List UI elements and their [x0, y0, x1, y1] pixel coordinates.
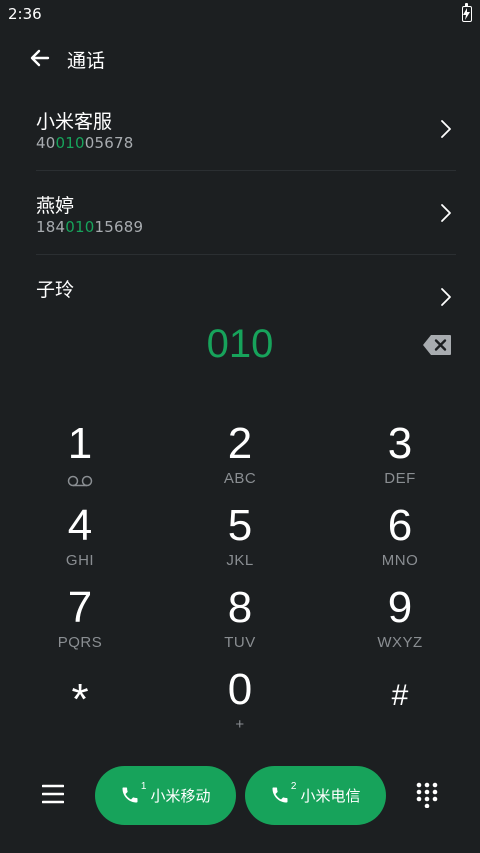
voicemail-icon — [67, 472, 93, 491]
arrow-left-icon[interactable] — [28, 46, 52, 70]
key-letters: GHI — [65, 552, 95, 569]
key-2[interactable]: 2 ABC — [160, 414, 320, 496]
key-digit: 5 — [227, 501, 253, 550]
page-title: 通话 — [67, 50, 106, 72]
contact-number: 18401015689 — [36, 218, 144, 236]
key-letters: ABC — [223, 470, 257, 487]
bottom-bar: 1 小米移动 2 小米电信 — [0, 766, 480, 826]
key-digit: 8 — [227, 583, 253, 632]
chevron-right-icon[interactable] — [440, 119, 452, 139]
call-sim1-button[interactable]: 1 小米移动 — [95, 766, 236, 825]
key-digit: 0 — [227, 665, 253, 714]
key-digit: # — [391, 679, 409, 712]
contact-name: 燕婷 — [36, 195, 75, 217]
contact-item[interactable]: 小米客服 4001005678 — [36, 87, 456, 171]
key-digit: 1 — [67, 419, 93, 468]
sim-label: 小米电信 — [300, 787, 361, 805]
key-hash[interactable]: # — [320, 660, 480, 742]
key-9[interactable]: 9 WXYZ — [320, 578, 480, 660]
battery-charging-icon — [462, 3, 472, 22]
key-digit: 6 — [387, 501, 413, 550]
key-letters: TUV — [224, 634, 256, 651]
backspace-icon[interactable] — [422, 334, 452, 356]
contact-name: 子玲 — [36, 279, 75, 301]
key-star[interactable]: * — [0, 660, 160, 742]
key-3[interactable]: 3 DEF — [320, 414, 480, 496]
keypad: 1 2 ABC 3 DEF 4 GHI 5 JKL 6 MNO 7 PQRS 8… — [0, 414, 480, 742]
key-0[interactable]: 0 + — [160, 660, 320, 742]
contact-name: 小米客服 — [36, 111, 113, 133]
key-1[interactable]: 1 — [0, 414, 160, 496]
status-time: 2:36 — [8, 5, 42, 23]
dialpad-icon[interactable] — [415, 782, 439, 809]
status-bar: 2:36 — [0, 0, 480, 28]
key-digit: 7 — [67, 583, 93, 632]
key-7[interactable]: 7 PQRS — [0, 578, 160, 660]
key-letters: DEF — [384, 470, 416, 487]
key-digit: 4 — [67, 501, 93, 550]
contact-item[interactable]: 燕婷 18401015689 — [36, 171, 456, 255]
key-digit: 2 — [227, 419, 253, 468]
key-6[interactable]: 6 MNO — [320, 496, 480, 578]
key-digit: 9 — [387, 583, 413, 632]
contact-list: 小米客服 4001005678 燕婷 18401015689 子玲 — [0, 87, 480, 339]
key-digit: * — [71, 675, 89, 724]
key-8[interactable]: 8 TUV — [160, 578, 320, 660]
key-4[interactable]: 4 GHI — [0, 496, 160, 578]
sim-slot-number: 1 — [140, 780, 147, 792]
sim-slot-number: 2 — [290, 780, 297, 792]
contact-number: 4001005678 — [36, 134, 134, 152]
phone-icon: 1 — [120, 781, 146, 807]
key-letters: JKL — [226, 552, 254, 569]
chevron-right-icon[interactable] — [440, 287, 452, 307]
key-letters: MNO — [381, 552, 419, 569]
key-letters: PQRS — [57, 634, 103, 651]
key-letters: WXYZ — [377, 634, 423, 651]
menu-icon[interactable] — [41, 784, 65, 804]
key-5[interactable]: 5 JKL — [160, 496, 320, 578]
chevron-right-icon[interactable] — [440, 203, 452, 223]
sim-label: 小米移动 — [150, 787, 211, 805]
call-sim2-button[interactable]: 2 小米电信 — [245, 766, 386, 825]
key-digit: 3 — [387, 419, 413, 468]
phone-icon: 2 — [270, 781, 296, 807]
dial-input-display: 010 — [206, 322, 274, 366]
header: 通话 — [0, 38, 480, 76]
key-letters: + — [235, 716, 245, 733]
